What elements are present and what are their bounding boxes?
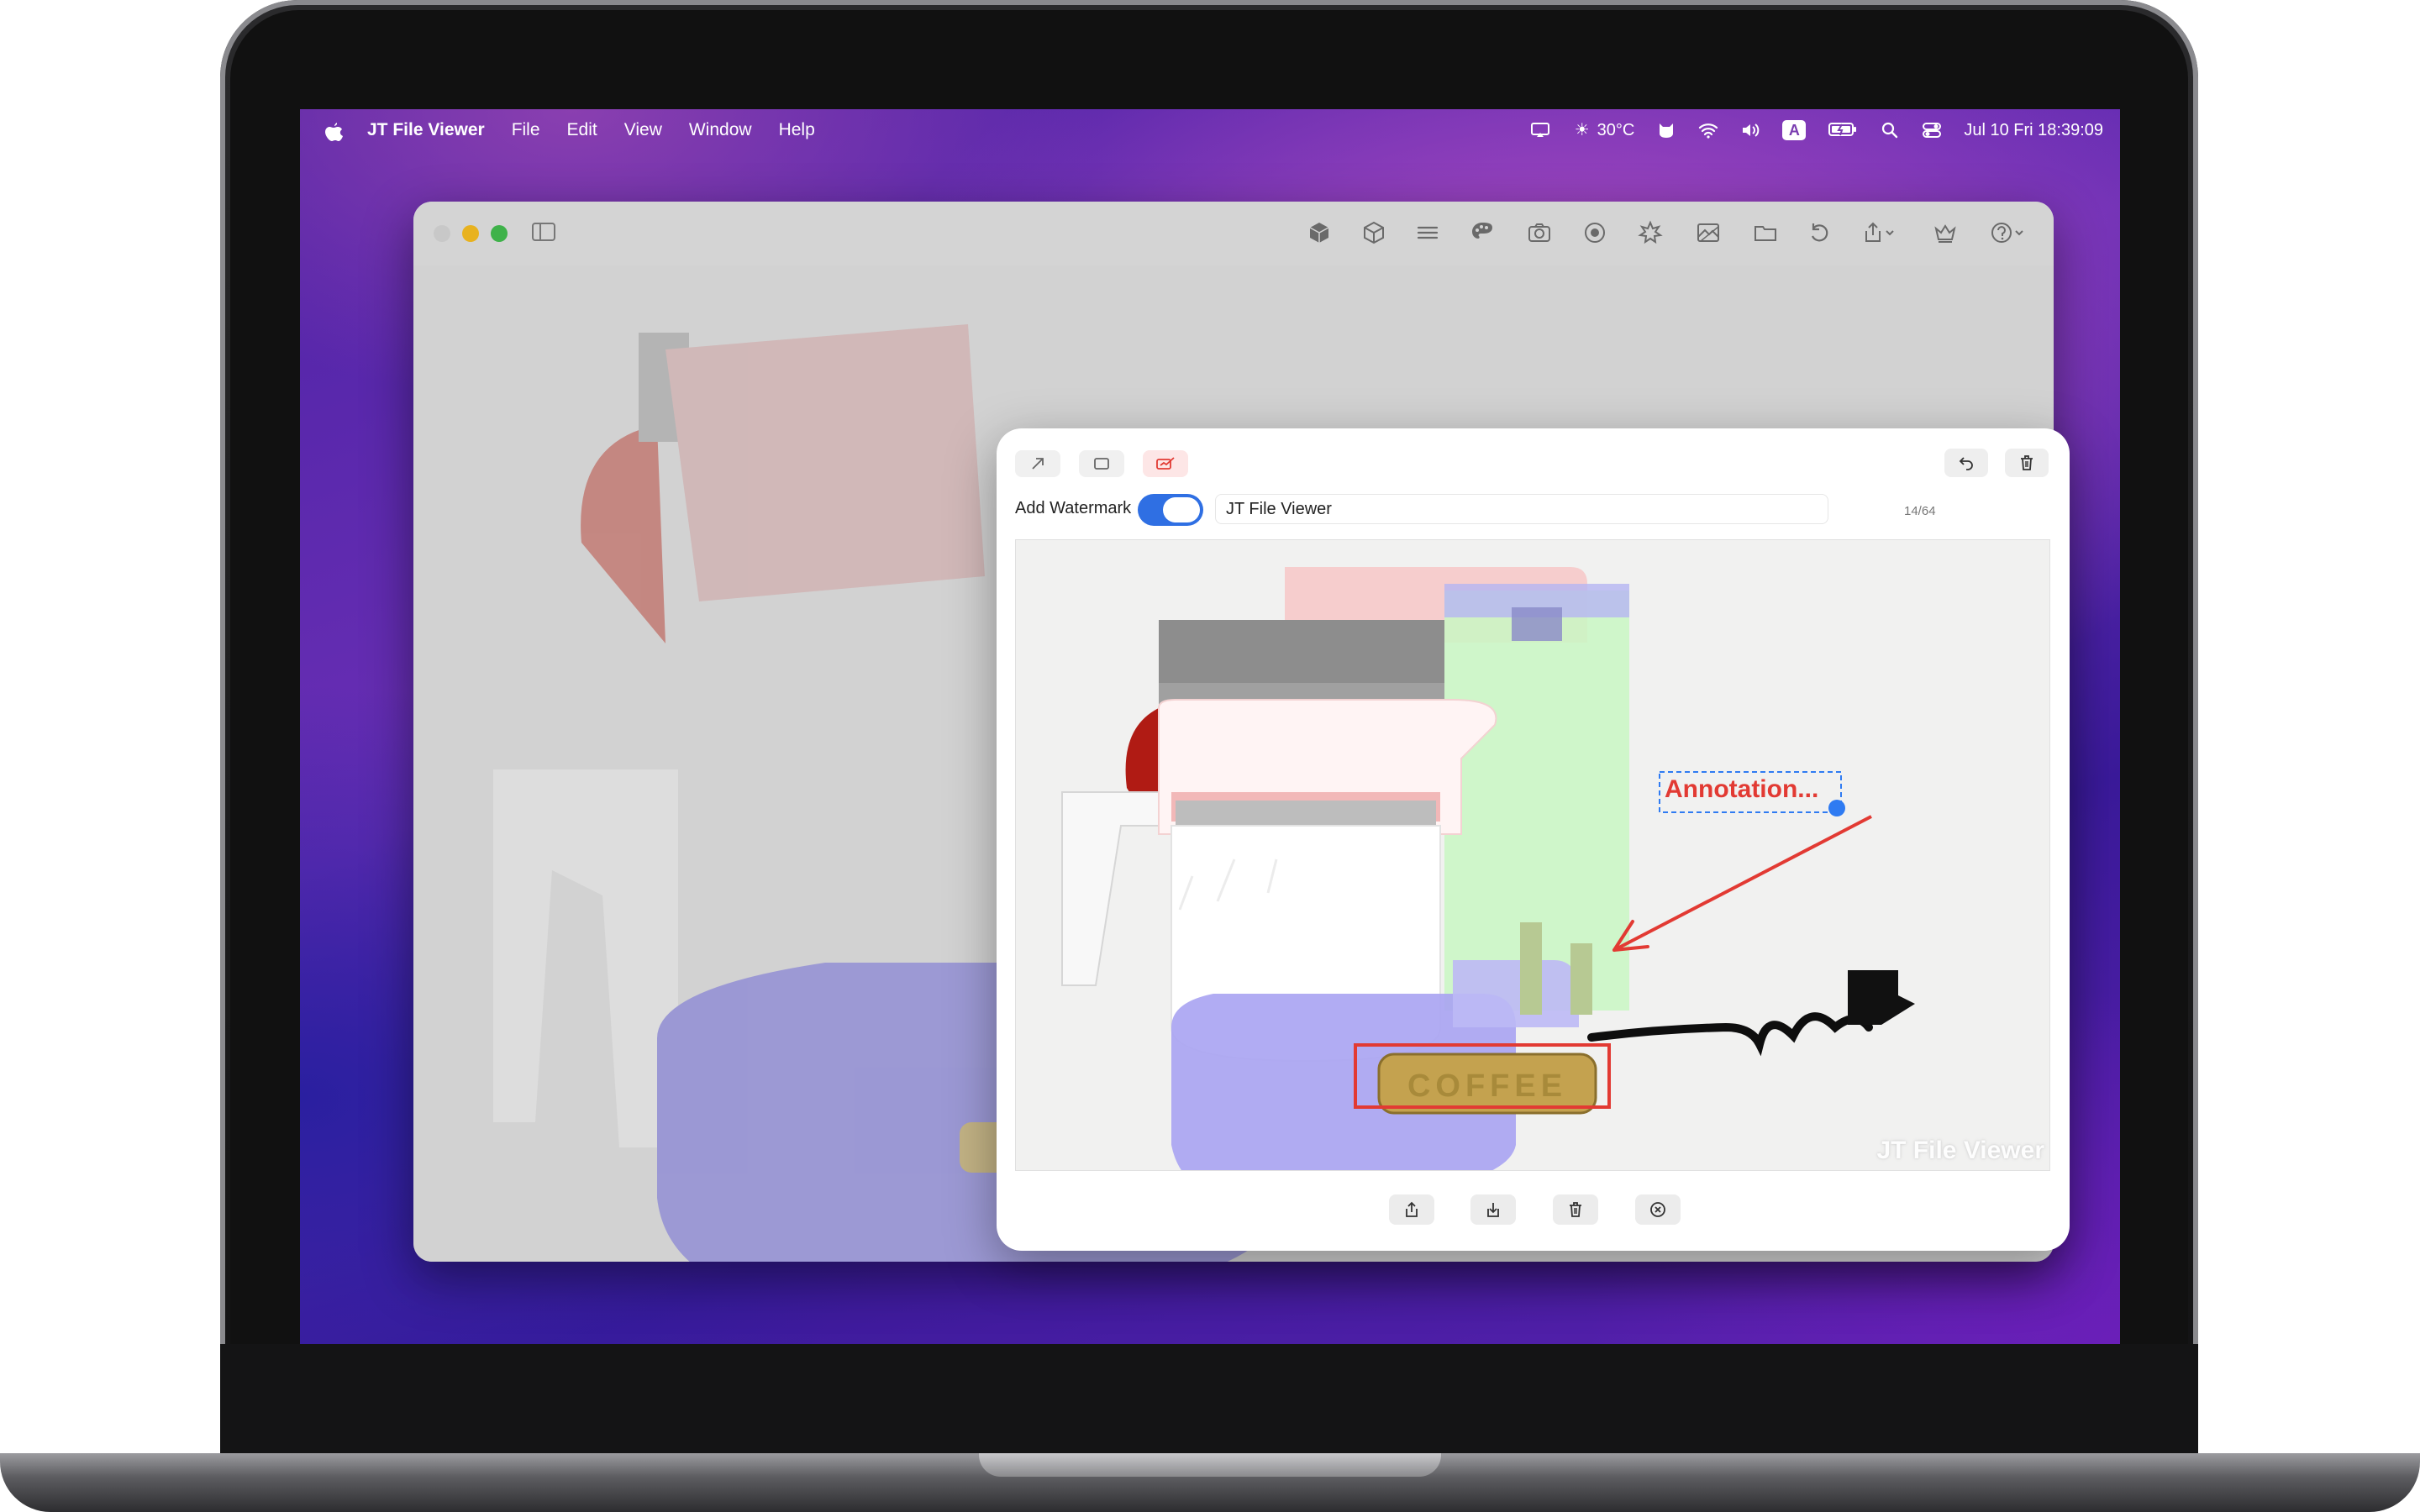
undo-button[interactable] — [1944, 449, 1988, 477]
arrow-tool-icon — [1032, 458, 1044, 470]
sun-icon: ☀ — [1574, 121, 1590, 139]
annotation-text[interactable]: Annotation... — [1665, 775, 1818, 804]
rectangle-annotation[interactable] — [1354, 1043, 1611, 1109]
menu-bar-clock[interactable]: Jul 10 Fri 18:39:09 — [1964, 121, 2103, 140]
screen-mirror-icon[interactable] — [1530, 122, 1550, 139]
trash-icon — [2021, 455, 2033, 470]
share-button[interactable] — [1389, 1194, 1434, 1225]
close-window-button[interactable] — [434, 225, 450, 242]
status-area: ☀ 30°C A Jul 10 Fri 18:39:09 — [1530, 109, 2103, 151]
cat-icon[interactable] — [1656, 122, 1676, 139]
desktop-screen: JT File Viewer File Edit View Window Hel… — [300, 109, 2120, 1344]
palette-icon[interactable] — [1468, 220, 1497, 249]
menu-app-name[interactable]: JT File Viewer — [367, 120, 485, 140]
arrow-annotation[interactable] — [1613, 815, 1872, 952]
canvas-watermark: JT File Viewer — [1876, 1137, 2044, 1164]
menu-help[interactable]: Help — [779, 120, 815, 140]
menu-bar: JT File Viewer File Edit View Window Hel… — [300, 109, 2120, 151]
download-icon — [1487, 1203, 1499, 1217]
explode-icon[interactable] — [1636, 220, 1665, 249]
share-menu-icon[interactable] — [1859, 220, 1899, 249]
watermark-toggle[interactable] — [1138, 494, 1203, 526]
input-source-badge[interactable]: A — [1782, 120, 1807, 140]
close-dialog-button[interactable] — [1635, 1194, 1681, 1225]
camera-icon[interactable] — [1525, 220, 1554, 249]
weather-temp: 30°C — [1597, 120, 1635, 139]
reset-icon[interactable] — [1805, 220, 1833, 249]
share-icon — [1406, 1201, 1418, 1217]
annotation-overlay — [1354, 771, 1872, 1109]
wifi-icon[interactable] — [1698, 122, 1718, 139]
clear-button[interactable] — [1553, 1194, 1598, 1225]
minimize-window-button[interactable] — [462, 225, 479, 242]
apple-icon[interactable] — [324, 122, 344, 141]
close-icon — [1650, 1202, 1665, 1217]
trash-icon — [1570, 1202, 1581, 1217]
menu-view[interactable]: View — [624, 120, 662, 140]
watermark-text-input[interactable] — [1215, 494, 1828, 524]
search-icon[interactable] — [1880, 122, 1900, 139]
record-icon[interactable] — [1581, 220, 1609, 249]
undo-icon — [1959, 457, 1973, 470]
watermark-label: Add Watermark — [1015, 499, 1132, 517]
wireframe-cube-icon[interactable] — [1360, 220, 1388, 249]
snapshot-canvas[interactable]: COFFEE Annotation... JT File Viewer — [1015, 539, 2050, 1171]
resize-handle[interactable] — [1828, 800, 1845, 816]
watermark-char-count: 14/64 — [1904, 504, 1936, 518]
text-tool-button[interactable] — [1143, 450, 1188, 477]
sidebar-toggle-icon[interactable] — [529, 220, 558, 249]
zoom-window-button[interactable] — [491, 225, 508, 242]
menu-file[interactable]: File — [512, 120, 540, 140]
weather-widget[interactable]: ☀ 30°C — [1572, 121, 1635, 140]
save-button[interactable] — [1470, 1194, 1516, 1225]
rectangle-tool-button[interactable] — [1079, 450, 1124, 477]
menu-window[interactable]: Window — [689, 120, 752, 140]
section-view-icon[interactable] — [1694, 220, 1723, 249]
window-toolbar — [413, 202, 2054, 265]
delete-all-button[interactable] — [2005, 449, 2049, 477]
list-icon[interactable] — [1413, 220, 1442, 249]
battery-icon[interactable] — [1828, 122, 1858, 139]
text-annotation-icon — [1156, 457, 1175, 470]
arrow-tool-button[interactable] — [1015, 450, 1060, 477]
help-menu-icon[interactable] — [1988, 220, 2028, 249]
toggle-knob — [1163, 497, 1200, 522]
volume-icon[interactable] — [1740, 122, 1760, 139]
solid-cube-icon[interactable] — [1305, 220, 1334, 249]
laptop-base-notch — [979, 1453, 1441, 1477]
annotation-dialog: Add Watermark 14/64 — [997, 428, 2070, 1251]
menu-edit[interactable]: Edit — [567, 120, 597, 140]
folder-icon[interactable] — [1751, 220, 1780, 249]
rectangle-tool-icon — [1094, 458, 1109, 470]
crown-icon[interactable] — [1931, 220, 1960, 249]
control-center-icon[interactable] — [1922, 122, 1942, 139]
